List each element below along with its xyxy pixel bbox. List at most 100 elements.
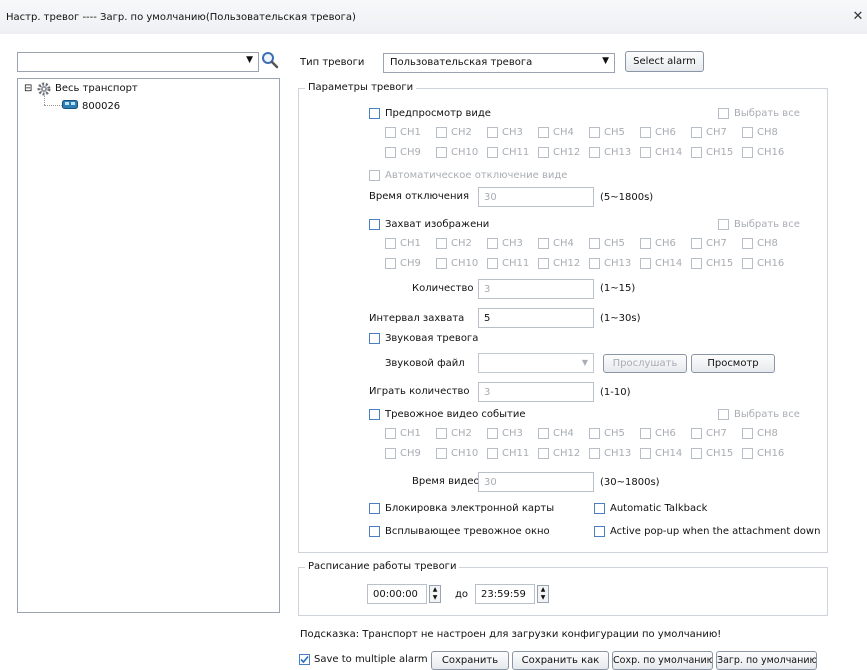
channel-checkbox[interactable] bbox=[640, 147, 651, 158]
vehicle-tree[interactable]: ⊟ Весь транспорт 800026 bbox=[17, 78, 280, 613]
channel-checkbox[interactable] bbox=[640, 238, 651, 249]
channel-checkbox[interactable] bbox=[487, 147, 498, 158]
search-input[interactable]: ▼ bbox=[17, 52, 259, 72]
alarm-video-checkbox[interactable] bbox=[369, 409, 380, 420]
channel-checkbox[interactable] bbox=[436, 127, 447, 138]
save-default-button[interactable]: Сохр. по умолчанию bbox=[612, 651, 713, 670]
capture-interval-input[interactable]: 5 bbox=[478, 308, 594, 328]
sound-file-select[interactable]: ▼ bbox=[478, 353, 594, 373]
channel-checkbox[interactable] bbox=[385, 127, 396, 138]
channel-checkbox[interactable] bbox=[487, 127, 498, 138]
popup-checkbox[interactable] bbox=[369, 526, 380, 537]
video-preview-checkbox[interactable] bbox=[369, 108, 380, 119]
schedule-start-spinner[interactable]: ▲ ▼ bbox=[429, 585, 441, 603]
channel-checkbox[interactable] bbox=[742, 238, 753, 249]
channel-checkbox[interactable] bbox=[691, 127, 702, 138]
channel-checkbox[interactable] bbox=[385, 258, 396, 269]
channel-checkbox[interactable] bbox=[538, 428, 549, 439]
off-time-input[interactable]: 30 bbox=[478, 187, 594, 207]
channel-checkbox[interactable] bbox=[691, 448, 702, 459]
channel-checkbox[interactable] bbox=[538, 127, 549, 138]
channel-checkbox[interactable] bbox=[436, 428, 447, 439]
channel-checkbox[interactable] bbox=[589, 448, 600, 459]
channel-label: CH1 bbox=[400, 127, 421, 138]
channel-checkbox[interactable] bbox=[640, 428, 651, 439]
channel-checkbox[interactable] bbox=[385, 428, 396, 439]
close-icon[interactable]: ✕ bbox=[851, 10, 865, 24]
schedule-end-input[interactable]: 23:59:59 bbox=[475, 584, 535, 604]
spin-up-icon[interactable]: ▲ bbox=[538, 586, 548, 594]
video-time-input[interactable]: 30 bbox=[478, 472, 594, 492]
channel-checkbox[interactable] bbox=[436, 258, 447, 269]
channel-checkbox[interactable] bbox=[691, 428, 702, 439]
sound-alarm-checkbox[interactable] bbox=[369, 333, 380, 344]
channel-checkbox[interactable] bbox=[487, 428, 498, 439]
schedule-end-spinner[interactable]: ▲ ▼ bbox=[537, 585, 549, 603]
channel-checkbox[interactable] bbox=[436, 147, 447, 158]
map-lock-checkbox[interactable] bbox=[369, 503, 380, 514]
channel-label: CH4 bbox=[553, 428, 574, 439]
select-all-checkbox[interactable] bbox=[718, 409, 729, 420]
talkback-checkbox[interactable] bbox=[594, 503, 605, 514]
channel-checkbox[interactable] bbox=[640, 448, 651, 459]
channel-checkbox[interactable] bbox=[538, 258, 549, 269]
active-popup-checkbox[interactable] bbox=[594, 526, 605, 537]
select-all-label: Выбрать все bbox=[734, 219, 800, 230]
channel-checkbox[interactable] bbox=[691, 238, 702, 249]
channel-checkbox[interactable] bbox=[436, 238, 447, 249]
channel-checkbox[interactable] bbox=[742, 127, 753, 138]
play-count-input[interactable]: 3 bbox=[478, 382, 594, 402]
channel-checkbox[interactable] bbox=[436, 448, 447, 459]
channel-checkbox[interactable] bbox=[691, 147, 702, 158]
tree-root-label[interactable]: Весь транспорт bbox=[55, 83, 138, 94]
search-icon[interactable] bbox=[261, 51, 279, 69]
off-time-range: (5~1800s) bbox=[600, 192, 654, 203]
tree-expander-icon[interactable]: ⊟ bbox=[24, 83, 32, 94]
alarm-type-select[interactable]: Пользовательская тревога ▼ bbox=[383, 53, 615, 73]
schedule-legend: Расписание работы тревоги bbox=[305, 561, 460, 572]
channel-checkbox[interactable] bbox=[589, 147, 600, 158]
play-count-label: Играть количество bbox=[369, 386, 470, 397]
select-alarm-button[interactable]: Select alarm bbox=[625, 51, 704, 72]
channel-checkbox[interactable] bbox=[538, 238, 549, 249]
select-all-checkbox[interactable] bbox=[718, 108, 729, 119]
schedule-start-input[interactable]: 00:00:00 bbox=[367, 584, 427, 604]
load-default-button[interactable]: Загр. по умолчанию bbox=[716, 651, 817, 670]
channel-checkbox[interactable] bbox=[538, 147, 549, 158]
spin-down-icon[interactable]: ▼ bbox=[430, 594, 440, 602]
channel-checkbox[interactable] bbox=[589, 258, 600, 269]
channel-label: CH6 bbox=[655, 238, 676, 249]
capture-count-input[interactable]: 3 bbox=[478, 279, 594, 299]
channel-checkbox[interactable] bbox=[487, 258, 498, 269]
auto-off-label: Автоматическое отключение виде bbox=[385, 170, 568, 181]
channel-checkbox[interactable] bbox=[640, 258, 651, 269]
channel-checkbox[interactable] bbox=[742, 428, 753, 439]
select-all-checkbox[interactable] bbox=[718, 219, 729, 230]
channel-checkbox[interactable] bbox=[691, 258, 702, 269]
spin-up-icon[interactable]: ▲ bbox=[430, 586, 440, 594]
tree-child-label[interactable]: 800026 bbox=[82, 101, 120, 112]
channel-checkbox[interactable] bbox=[487, 448, 498, 459]
channel-checkbox[interactable] bbox=[742, 448, 753, 459]
channel-checkbox[interactable] bbox=[589, 127, 600, 138]
save-button[interactable]: Сохранить bbox=[431, 651, 509, 670]
channel-checkbox[interactable] bbox=[589, 238, 600, 249]
channel-checkbox[interactable] bbox=[742, 147, 753, 158]
save-multiple-checkbox[interactable] bbox=[299, 654, 310, 665]
save-as-button[interactable]: Сохранить как bbox=[512, 651, 609, 670]
capture-checkbox[interactable] bbox=[369, 219, 380, 230]
browse-button[interactable]: Просмотр bbox=[691, 354, 775, 373]
channel-checkbox[interactable] bbox=[640, 127, 651, 138]
listen-button[interactable]: Прослушать bbox=[603, 354, 687, 373]
channel-checkbox[interactable] bbox=[589, 428, 600, 439]
channel-checkbox[interactable] bbox=[385, 238, 396, 249]
channel-checkbox[interactable] bbox=[742, 258, 753, 269]
channel-checkbox[interactable] bbox=[385, 448, 396, 459]
channel-checkbox[interactable] bbox=[385, 147, 396, 158]
channel-checkbox[interactable] bbox=[487, 238, 498, 249]
spin-down-icon[interactable]: ▼ bbox=[538, 594, 548, 602]
video-preview-label: Предпросмотр виде bbox=[385, 108, 491, 119]
chevron-down-icon[interactable]: ▼ bbox=[246, 55, 253, 65]
channel-checkbox[interactable] bbox=[538, 448, 549, 459]
auto-off-checkbox[interactable] bbox=[369, 170, 380, 181]
